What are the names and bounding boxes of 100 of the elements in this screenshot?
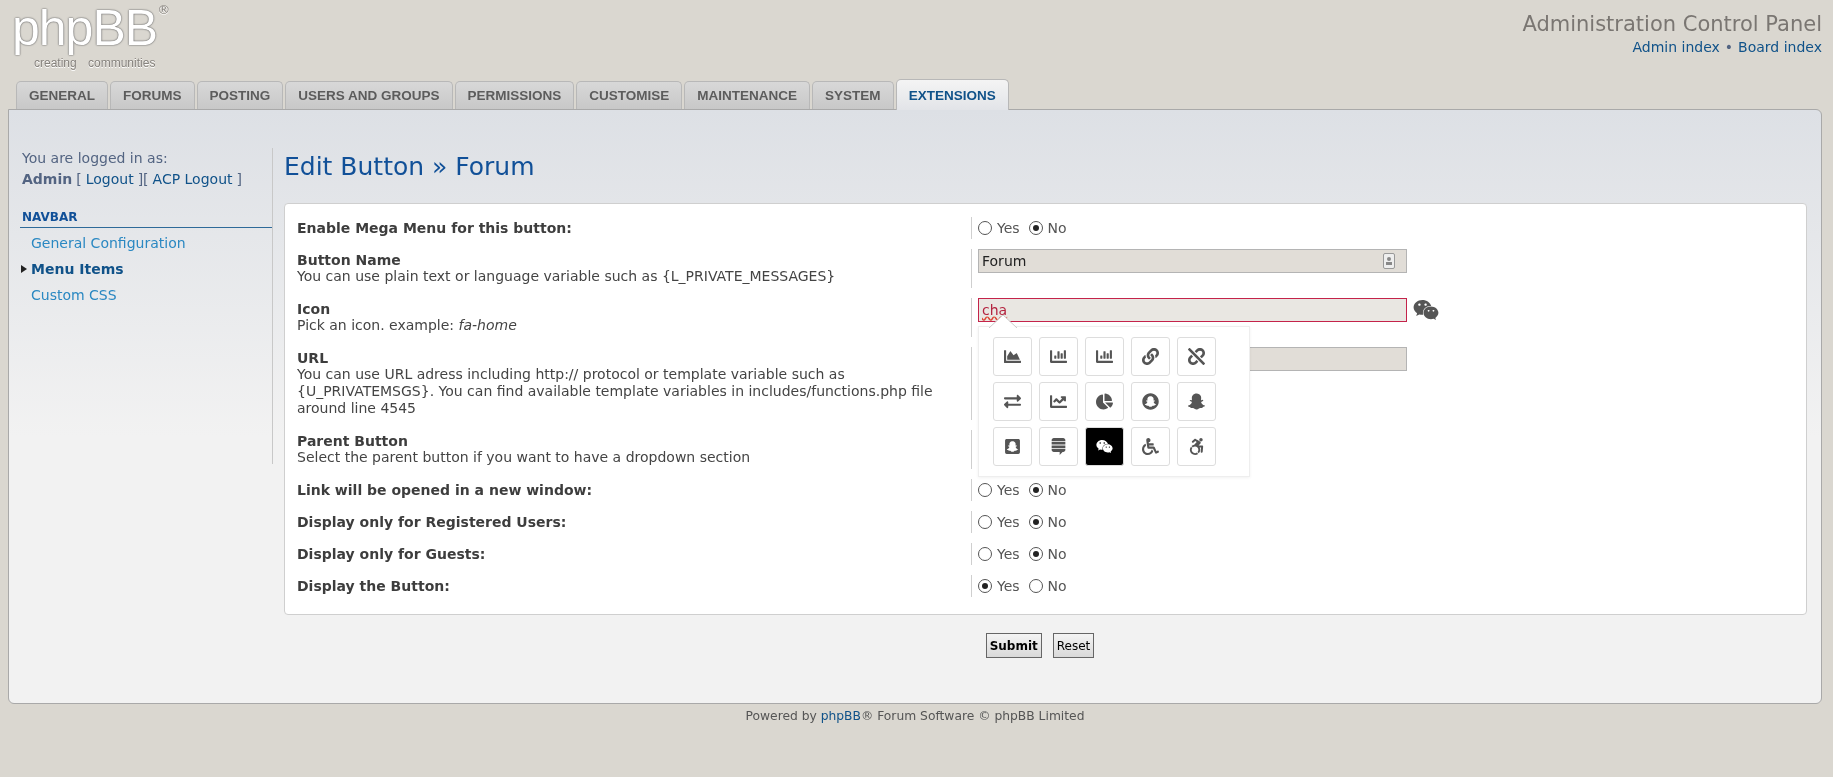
icon-option[interactable] [1039,382,1078,421]
radio-button[interactable] [978,515,992,529]
bracket: ][ [137,170,149,189]
login-status: You are logged in as: [22,149,169,168]
icon-option[interactable] [1177,337,1216,376]
radio-option[interactable]: Yes [978,578,1020,594]
nav-tab[interactable]: CUSTOMISE [576,81,683,109]
sidebar-link[interactable]: Menu Items [31,261,124,277]
field-description: You can use plain text or language variable such as {L_PRIVATE_MESSAGES} [297,268,837,285]
icon-option[interactable] [993,337,1032,376]
submit-button[interactable]: Submit [985,633,1042,658]
radio-option[interactable]: No [1028,220,1067,236]
username: Admin [22,170,73,189]
radio-label: Yes [997,546,1020,562]
radio-button[interactable] [1028,221,1043,235]
icon-option[interactable] [993,382,1032,421]
logo-tagline: creating communities [34,56,157,70]
nav-tab[interactable]: MAINTENANCE [684,81,811,109]
icon-option[interactable] [1177,382,1216,421]
radio-label: No [1047,546,1067,562]
bracket: [ [76,170,82,189]
icon-option[interactable] [1039,427,1078,466]
radio-button[interactable] [978,547,992,561]
broken-chain-icon [1188,348,1205,365]
icon-option[interactable] [1039,337,1078,376]
radio-option[interactable]: No [1028,578,1067,594]
nav-tab[interactable]: SYSTEM [812,81,894,109]
nav-tab[interactable]: POSTING [196,81,284,109]
area-chart-icon [1004,348,1021,365]
icon-option[interactable] [1131,427,1170,466]
nav-tab[interactable]: USERS AND GROUPS [285,81,453,109]
field-label: Button Name [297,252,402,268]
radio-option[interactable]: No [1028,482,1067,498]
radio-button[interactable] [978,579,992,593]
stack-icon [1050,438,1067,455]
radio-label: No [1047,578,1067,594]
text-field[interactable]: Forum [978,249,1407,273]
field-description: Select the parent button if you want to have a dropdown section [297,449,752,466]
radio-option[interactable]: No [1028,514,1067,530]
field-value: Forum [982,253,1028,269]
radio-button[interactable] [978,221,992,235]
icon-option[interactable] [1131,337,1170,376]
radio-button[interactable] [1028,515,1043,529]
radio-option[interactable]: Yes [978,546,1020,562]
header-link[interactable]: Board index [1738,39,1822,55]
radio-button[interactable] [1028,547,1043,561]
radio-option[interactable]: No [1028,546,1067,562]
radio-label: No [1047,514,1067,530]
radio-label: No [1047,220,1067,236]
radio-label: Yes [997,578,1020,594]
icon-field[interactable]: cha [978,298,1407,322]
field-label: Display only for Registered Users: [297,514,568,530]
field-label: Icon [297,301,332,317]
running-wheelchair-icon [1188,438,1205,455]
icon-option[interactable] [1177,427,1216,466]
ghost-icon [1188,393,1205,410]
footer-text: Powered by phpBB® Forum Software © phpBB Limited [745,709,1085,723]
registered-mark: ® [157,2,171,17]
nav-tab[interactable]: EXTENSIONS [895,79,1009,110]
pie-chart-icon [1096,393,1113,410]
icon-option[interactable] [1085,427,1124,466]
field-label: Display the Button: [297,578,451,594]
reset-button[interactable]: Reset [1052,633,1095,658]
field-label: Parent Button [297,433,409,449]
header-link[interactable]: Admin index [1632,39,1720,55]
swap-arrows-icon [1004,393,1021,410]
separator: • [1724,39,1734,55]
radio-label: Yes [997,514,1020,530]
icon-option[interactable] [1131,382,1170,421]
icon-option[interactable] [993,427,1032,466]
radio-button[interactable] [978,483,992,497]
radio-label: Yes [997,482,1020,498]
field-label: Enable Mega Menu for this button: [297,220,573,236]
field-label: Display only for Guests: [297,546,487,562]
page-title: Edit Button » Forum [284,152,536,183]
radio-button[interactable] [1028,483,1043,497]
radio-option[interactable]: Yes [978,514,1020,530]
radio-button[interactable] [1028,579,1043,593]
nav-tab[interactable]: GENERAL [16,81,108,109]
field-label: URL [297,350,330,366]
bar-chart-icon [1050,348,1067,365]
footer-link[interactable]: phpBB [820,709,861,723]
nav-tab[interactable]: PERMISSIONS [454,81,575,109]
field-description: You can use URL adress including http:// protocol or template variable such as {U_PRIVATEMSGS}. You can find available template variables in includes/functions.php file around line 4545 [297,366,934,417]
acp-logout-link[interactable]: ACP Logout [152,169,233,190]
wheelchair-icon [1142,438,1159,455]
bracket: ] [236,170,242,189]
icon-option[interactable] [1085,337,1124,376]
contact-card-icon[interactable] [1383,253,1395,269]
icon-option[interactable] [1085,382,1124,421]
radio-option[interactable]: Yes [978,482,1020,498]
logout-link[interactable]: Logout [85,169,134,190]
line-chart-icon [1050,393,1067,410]
field-value: cha [982,302,1009,318]
chain-link-icon [1142,348,1159,365]
nav-tab[interactable]: FORUMS [110,81,195,109]
menu-heading: NAVBAR [20,210,272,228]
radio-option[interactable]: Yes [978,220,1020,236]
field-description: Pick an icon. example: fa-home [297,317,518,334]
field-label: Link will be opened in a new window: [297,482,594,498]
